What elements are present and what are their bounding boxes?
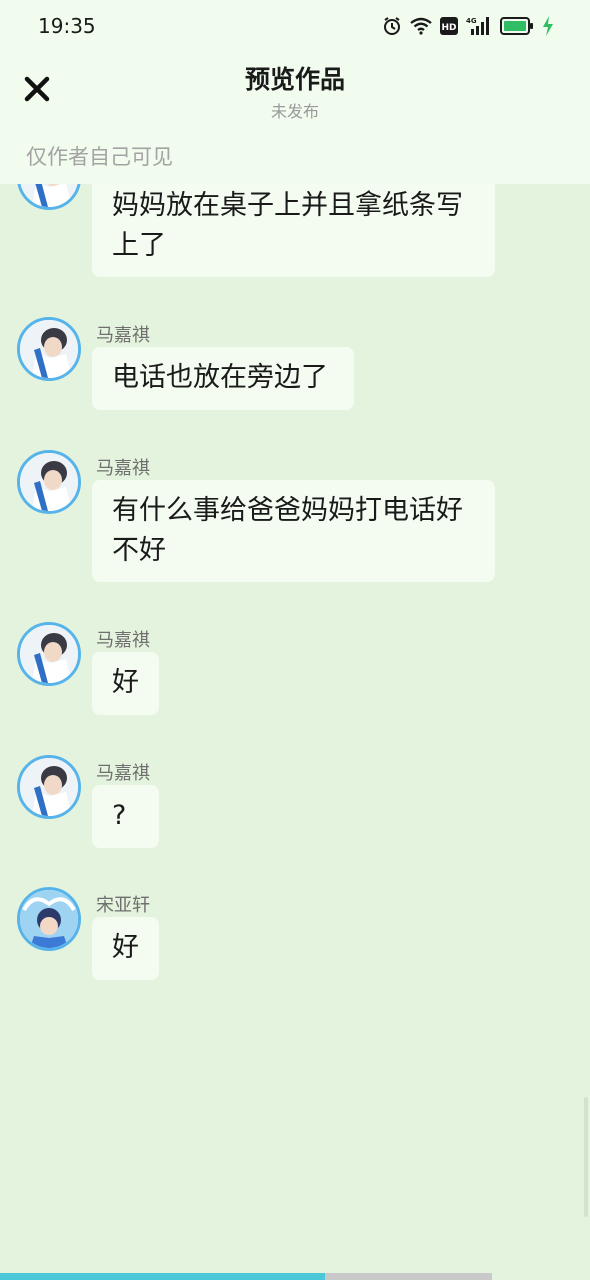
message-bubble[interactable]: 妈妈放在桌子上并且拿纸条写上了: [92, 175, 495, 277]
message-text: 好: [112, 932, 139, 963]
visibility-note: 仅作者自己可见: [26, 145, 173, 169]
status-time: 19:35: [38, 14, 96, 38]
avatar[interactable]: [17, 317, 81, 381]
hd-icon: HD: [440, 17, 458, 35]
top-bar: 19:35 HD 4G 预览作品 未发布 仅作者自己可见: [0, 0, 590, 184]
avatar[interactable]: [17, 450, 81, 514]
message-bubble[interactable]: 好: [92, 917, 159, 980]
sender-name: 马嘉祺: [96, 630, 150, 651]
message-text: 好: [112, 667, 139, 698]
sender-name: 马嘉祺: [96, 763, 150, 784]
message-bubble[interactable]: 好: [92, 652, 159, 715]
publish-status: 未发布: [270, 102, 319, 121]
message-text: 妈妈放在桌子上并且拿纸条写上了: [112, 190, 463, 261]
svg-text:4G: 4G: [466, 17, 477, 25]
message-bubble[interactable]: ?: [92, 785, 159, 848]
avatar[interactable]: [17, 887, 81, 951]
message-text: ?: [112, 800, 127, 831]
sender-name: 马嘉祺: [96, 458, 150, 479]
message-text: 有什么事给爸爸妈妈打电话好不好: [112, 495, 463, 566]
avatar[interactable]: [17, 622, 81, 686]
message-bubble[interactable]: 电话也放在旁边了: [92, 347, 354, 410]
alarm-icon: [382, 16, 402, 36]
signal-4g-icon: 4G: [466, 16, 492, 36]
avatar[interactable]: [17, 755, 81, 819]
sender-name: 马嘉祺: [96, 325, 150, 346]
message-text: 电话也放在旁边了: [112, 362, 328, 393]
battery-icon: [500, 17, 534, 35]
page-title: 预览作品: [244, 65, 345, 94]
svg-text:HD: HD: [441, 23, 456, 33]
scrollbar[interactable]: [584, 1097, 588, 1217]
message-bubble[interactable]: 有什么事给爸爸妈妈打电话好不好: [92, 480, 495, 582]
charging-icon: [542, 16, 554, 36]
sender-name: 宋亚轩: [96, 895, 150, 916]
status-icons: HD 4G: [382, 14, 554, 38]
progress-fill: [0, 1273, 325, 1280]
wifi-icon: [410, 17, 432, 35]
progress-bar: [0, 1273, 590, 1280]
